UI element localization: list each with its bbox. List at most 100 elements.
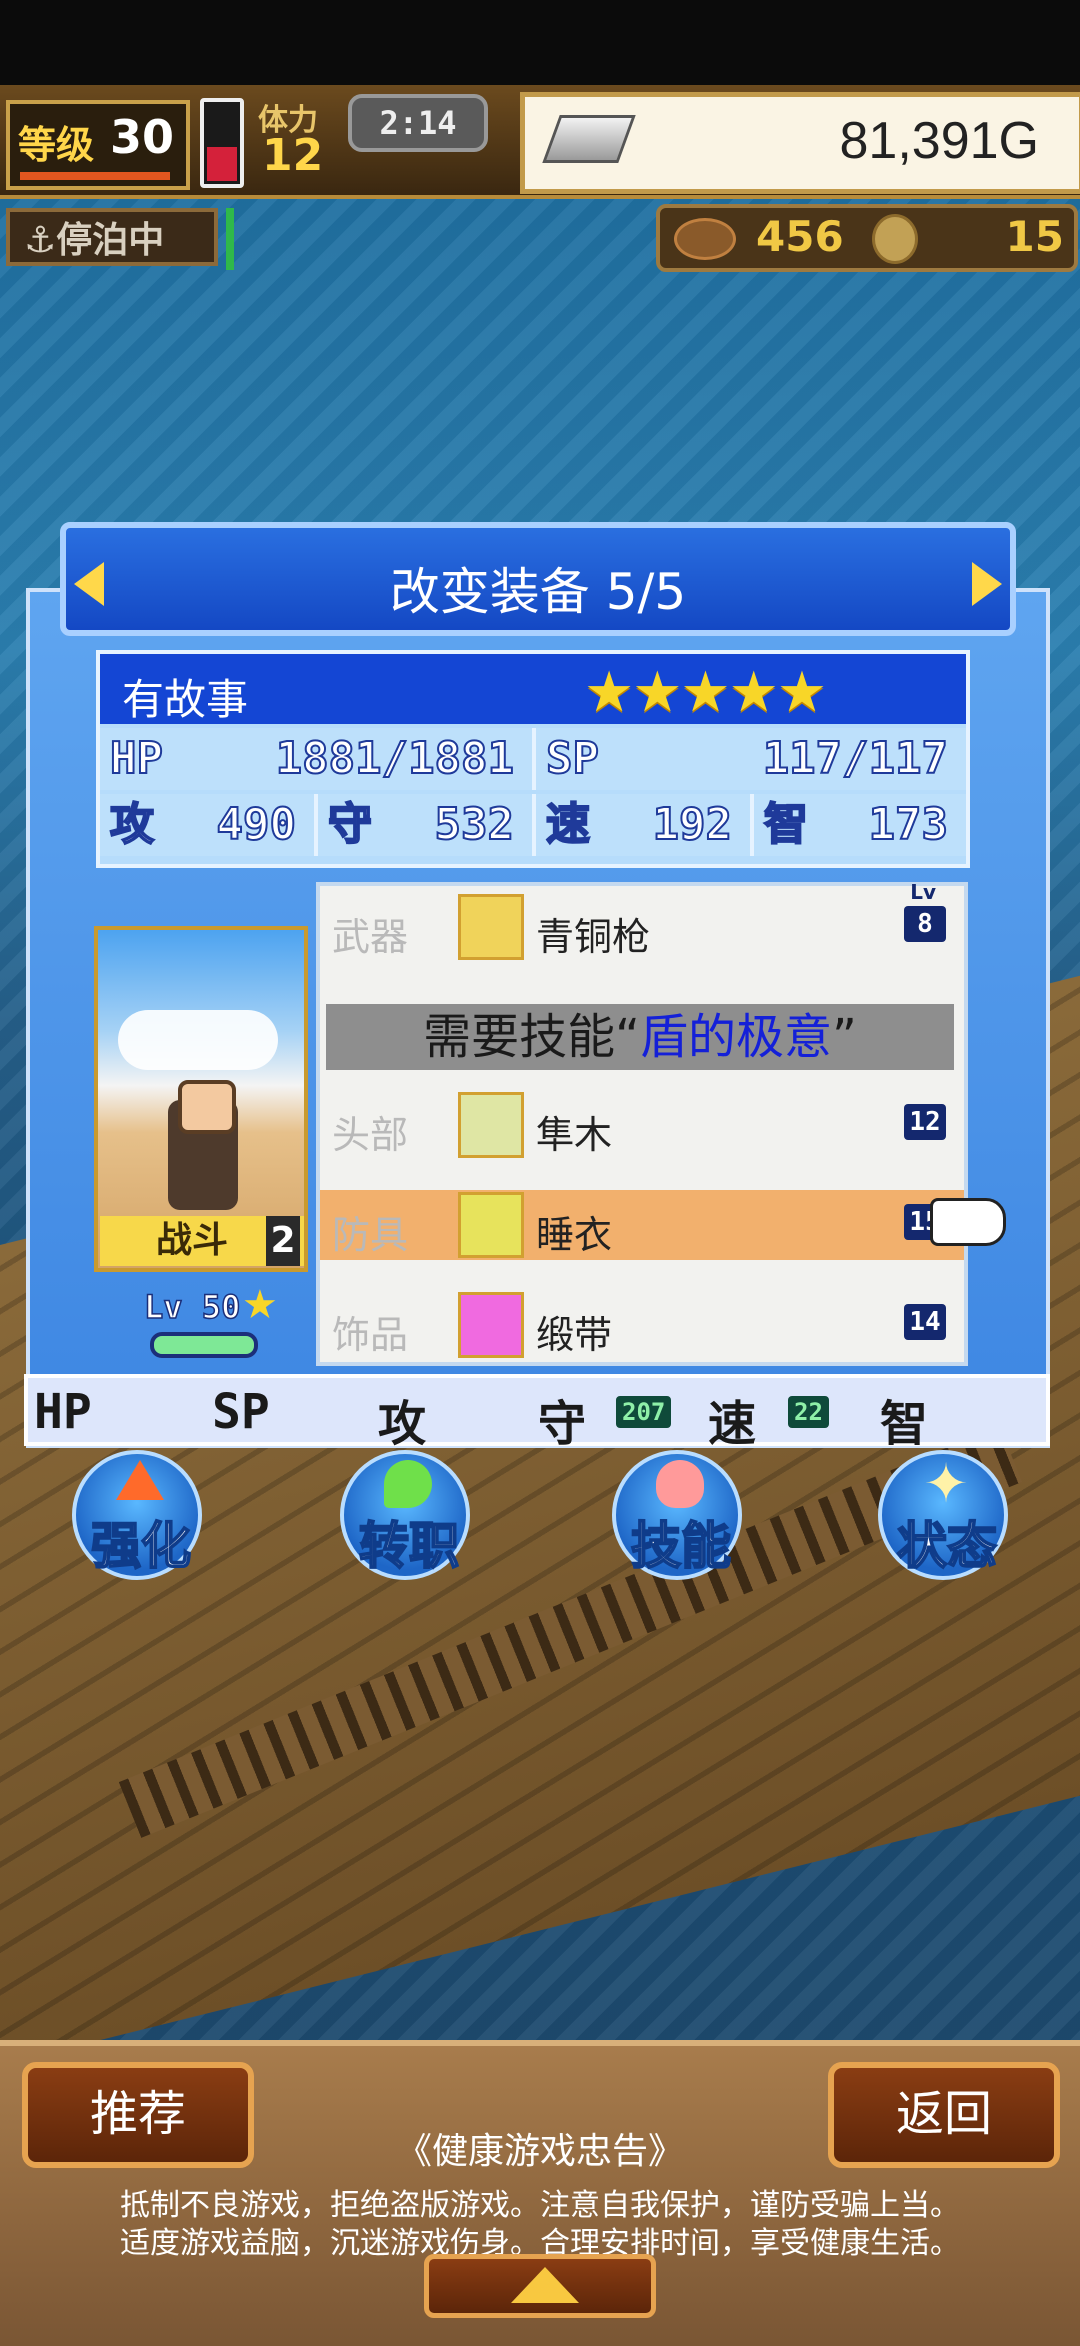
spd-label: 速 — [545, 798, 591, 851]
int-stat: 智 173 — [754, 794, 966, 856]
item-name: 青铜枪 — [536, 915, 651, 959]
status-button[interactable]: ✦ 状态 — [878, 1450, 1008, 1580]
change-int-label: 智 — [880, 1396, 929, 1452]
job-change-label: 转职 — [358, 1516, 460, 1576]
character-level: Lv 50 — [143, 1287, 241, 1327]
level-progress-bar — [150, 1332, 258, 1358]
exp-bar — [20, 172, 170, 180]
change-def-label: 守 — [538, 1396, 587, 1452]
leaf-icon — [384, 1460, 432, 1508]
character-stats-panel: 有故事 ★★★★★ HP 1881/1881 SP 117/117 攻 490 … — [96, 650, 970, 868]
slot-label: 武器 — [332, 915, 409, 959]
item-name: 隼木 — [536, 1113, 613, 1157]
ribbon-icon — [458, 1292, 524, 1358]
level-label: 等级 — [18, 123, 95, 167]
star-icon: ★ — [242, 1282, 278, 1328]
skill-requirement-banner: 需要技能“盾的极意” — [326, 1004, 954, 1070]
stamina-value: 12 — [262, 130, 324, 181]
level-box: 等级 30 — [6, 100, 190, 190]
enhance-button[interactable]: 强化 — [72, 1450, 202, 1580]
int-label: 智 — [763, 798, 809, 851]
change-atk-label: 攻 — [378, 1396, 427, 1452]
character-name: 有故事 — [122, 675, 249, 724]
item-level: 14 — [904, 1304, 946, 1340]
slot-label: 饰品 — [332, 1313, 409, 1357]
resources-display: 456 15 — [656, 204, 1078, 272]
dialog-title: 改变装备 5/5 — [389, 563, 687, 621]
change-sp-label: SP — [212, 1384, 270, 1440]
spear-icon — [458, 894, 524, 960]
hp-value: 1881/1881 — [275, 732, 515, 785]
slot-label: 防具 — [332, 1213, 409, 1257]
docked-indicator — [226, 208, 234, 270]
skill-label: 技能 — [630, 1516, 732, 1576]
atk-label: 攻 — [109, 798, 155, 851]
job-tag: 战斗 2 — [100, 1216, 304, 1266]
requirement-suffix: ” — [832, 1009, 857, 1065]
hero-head-sprite — [178, 1080, 236, 1134]
pajamas-icon — [458, 1192, 524, 1258]
clock-display: 2:14 — [348, 94, 488, 152]
sp-value: 117/117 — [762, 732, 949, 785]
resource2-value: 15 — [1005, 212, 1064, 261]
spd-stat: 速 192 — [536, 794, 754, 856]
spd-value: 192 — [652, 798, 733, 851]
change-hp-label: HP — [34, 1384, 92, 1440]
equip-row-weapon[interactable]: 武器 青铜枪 8 — [320, 892, 964, 962]
food-icon — [674, 218, 736, 260]
star-rating: ★★★★★ — [584, 660, 827, 725]
equip-row-accessory[interactable]: 饰品 缎带 14 — [320, 1290, 964, 1360]
item-level: 8 — [904, 906, 946, 942]
equip-row-head[interactable]: 头部 隼木 12 — [320, 1090, 964, 1160]
battery-icon — [200, 98, 244, 188]
docked-label: 停泊中 — [56, 220, 165, 261]
int-value: 173 — [868, 798, 949, 851]
character-portrait: 战斗 2 — [94, 926, 308, 1272]
battery-fill — [207, 147, 237, 181]
atk-stat: 攻 490 — [100, 794, 318, 856]
job-change-button[interactable]: 转职 — [340, 1450, 470, 1580]
expand-menu-button[interactable] — [424, 2254, 656, 2318]
status-label: 状态 — [896, 1516, 998, 1576]
cloud-decoration — [118, 1010, 278, 1070]
enhance-label: 强化 — [90, 1516, 192, 1576]
health-advisory-title: 《健康游戏忠告》 — [395, 2131, 684, 2172]
gold-value: 81,391G — [839, 112, 1040, 170]
sp-stat: SP 117/117 — [536, 728, 966, 790]
sparkle-icon: ✦ — [923, 1452, 969, 1515]
item-name: 睡衣 — [536, 1213, 613, 1257]
hand-pointer-icon — [930, 1198, 1006, 1246]
def-label: 守 — [327, 798, 373, 851]
atk-value: 490 — [216, 798, 297, 851]
hp-label: HP — [109, 732, 164, 785]
next-character-arrow-icon[interactable] — [972, 562, 1002, 606]
equipment-list: Lv 武器 青铜枪 8 需要技能“盾的极意” 头部 隼木 12 防具 睡衣 15… — [316, 880, 968, 1366]
sp-label: SP — [545, 732, 600, 785]
medal-icon — [872, 214, 918, 264]
def-value: 532 — [434, 798, 515, 851]
up-arrow-icon — [116, 1460, 164, 1500]
requirement-prefix: 需要技能“ — [423, 1009, 640, 1065]
def-stat: 守 532 — [318, 794, 536, 856]
change-def-value: 207 — [616, 1396, 672, 1428]
resource1-value: 456 — [756, 212, 844, 261]
flame-icon — [656, 1460, 704, 1508]
docked-status: ⚓停泊中 — [6, 208, 218, 266]
stat-change-bar: HP SP 攻 守 207 速 22 智 — [24, 1374, 1050, 1452]
job-rank: 2 — [266, 1216, 300, 1266]
gold-display: 81,391G — [520, 92, 1080, 194]
level-value: 30 — [110, 110, 175, 164]
silver-ingot-icon — [542, 115, 636, 163]
change-spd-value: 22 — [788, 1396, 829, 1428]
helmet-icon — [458, 1092, 524, 1158]
skill-button[interactable]: 技能 — [612, 1450, 742, 1580]
anchor-icon: ⚓ — [24, 220, 57, 261]
change-spd-label: 速 — [708, 1396, 757, 1452]
equip-row-armor[interactable]: 防具 睡衣 15 — [320, 1190, 964, 1260]
item-name: 缎带 — [536, 1313, 613, 1357]
job-name: 战斗 — [156, 1220, 229, 1261]
dialog-title-bar: 改变装备 5/5 — [60, 522, 1016, 636]
item-level: 12 — [904, 1104, 946, 1140]
up-triangle-icon — [511, 2267, 579, 2303]
slot-label: 头部 — [332, 1113, 409, 1157]
